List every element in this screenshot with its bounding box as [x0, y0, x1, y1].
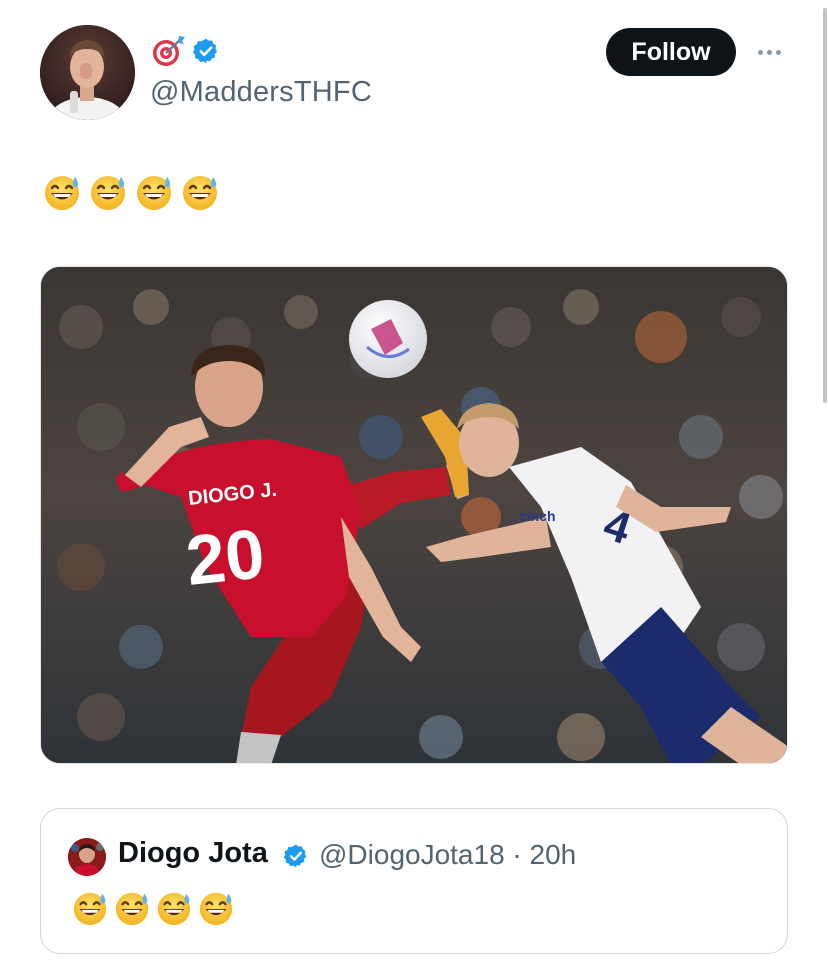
more-dots-icon[interactable] — [752, 38, 786, 66]
quoted-handle-time[interactable]: @DiogoJota18 · 20h — [319, 839, 576, 871]
tweet-media-image[interactable]: DIOGO J. 20 cinch 4 — [40, 266, 788, 764]
scrollbar-thumb[interactable] — [823, 8, 827, 403]
dot — [775, 49, 781, 55]
quoted-author-avatar[interactable] — [68, 838, 106, 876]
dot — [757, 49, 763, 55]
grinning-sweat-emoji — [71, 889, 109, 932]
grinning-sweat-emoji — [113, 889, 151, 932]
grinning-sweat-emoji — [88, 172, 128, 218]
grinning-sweat-emoji — [180, 172, 220, 218]
author-avatar[interactable] — [40, 25, 135, 120]
sponsor-text: cinch — [519, 508, 556, 524]
verified-badge-icon — [192, 37, 220, 70]
verified-badge-icon — [283, 843, 309, 874]
grinning-sweat-emoji — [134, 172, 174, 218]
grinning-sweat-emoji — [155, 889, 193, 932]
author-handle[interactable]: @MaddersTHFC — [150, 76, 372, 109]
player1-number-text: 20 — [182, 514, 268, 600]
author-name-row[interactable] — [152, 35, 220, 72]
direct-hit-emoji — [152, 35, 186, 72]
grinning-sweat-emoji — [42, 172, 82, 218]
dot — [766, 49, 772, 55]
scrollbar[interactable] — [822, 0, 828, 405]
quoted-tweet-text: 😅😅😅😅 — [71, 889, 235, 932]
tweet-text: 😅😅😅😅 — [42, 172, 220, 218]
quoted-tweet[interactable]: Diogo Jota @DiogoJota18 · 20h 😅😅😅😅 — [40, 808, 788, 954]
follow-button[interactable]: Follow — [606, 28, 736, 76]
grinning-sweat-emoji — [197, 889, 235, 932]
quoted-author-name[interactable]: Diogo Jota — [118, 837, 268, 870]
